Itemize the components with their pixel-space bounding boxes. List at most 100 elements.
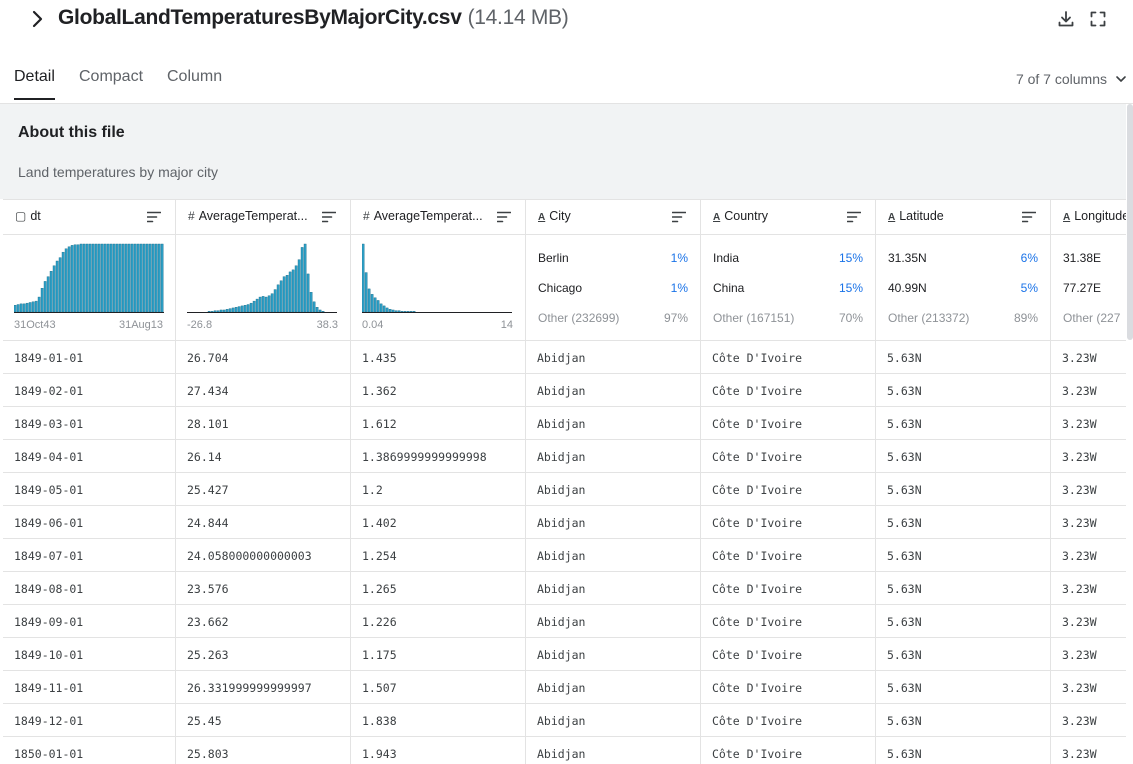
- column-header[interactable]: # AverageTemperat...: [351, 199, 526, 235]
- table-cell: 1849-09-01: [3, 605, 176, 638]
- tab-detail[interactable]: Detail: [14, 68, 55, 100]
- histogram-bar: [219, 309, 223, 313]
- histogram-bar: [364, 272, 368, 313]
- histogram-bar: [55, 260, 59, 313]
- table-row[interactable]: 1849-04-01 26.14 1.3869999999999998 Abidjan…: [3, 440, 1126, 473]
- table-row[interactable]: 1849-05-01 25.427 1.2 Abidjan Côte D'Ivoire 5…: [3, 473, 1126, 506]
- histogram-bar: [213, 310, 217, 313]
- category-percent: 15%: [838, 281, 863, 295]
- histogram-bar: [276, 284, 280, 313]
- table-cell: 1.226: [351, 605, 526, 638]
- histogram-bar: [216, 310, 220, 313]
- table-row[interactable]: 1849-02-01 27.434 1.362 Abidjan Côte D'Ivoir…: [3, 374, 1126, 407]
- category-percent: 89%: [1013, 311, 1038, 325]
- chevron-right-icon[interactable]: [30, 9, 46, 29]
- column-header-label: A Longitude: [1063, 209, 1126, 223]
- table-row[interactable]: 1849-08-01 23.576 1.265 Abidjan Côte D'Ivoir…: [3, 572, 1126, 605]
- histogram-bar: [367, 288, 371, 313]
- sort-icon[interactable]: [847, 211, 861, 223]
- table-row[interactable]: 1849-06-01 24.844 1.402 Abidjan Côte D'Ivoir…: [3, 506, 1126, 539]
- hash-icon: #: [188, 209, 195, 223]
- table-cell: Côte D'Ivoire: [701, 374, 876, 407]
- table-cell: 5.63N: [876, 440, 1051, 473]
- download-icon[interactable]: [1056, 9, 1076, 29]
- tab-column[interactable]: Column: [167, 68, 222, 98]
- column-name: Country: [724, 209, 769, 223]
- histogram-bar: [261, 296, 265, 313]
- histogram-max-label: 38.3: [316, 319, 338, 331]
- table-cell: Abidjan: [526, 440, 701, 473]
- table-cell: 3.23W: [1051, 440, 1126, 473]
- table-row[interactable]: 1849-10-01 25.263 1.175 Abidjan Côte D'Ivoir…: [3, 638, 1126, 671]
- file-header: GlobalLandTemperaturesByMajorCity.csv (14…: [0, 0, 1133, 40]
- column-count-label: 7 of 7 columns: [1015, 71, 1107, 87]
- histogram-max-label: 31Aug13: [118, 319, 163, 331]
- column-header[interactable]: ▢ dt: [3, 199, 176, 235]
- table-row[interactable]: 1849-09-01 23.662 1.226 Abidjan Côte D'Ivoir…: [3, 605, 1126, 638]
- table-row[interactable]: 1849-11-01 26.331999999999997 1.507 Abidjan…: [3, 671, 1126, 704]
- histogram-bar: [109, 243, 113, 313]
- column-header[interactable]: A Longitude: [1051, 199, 1126, 235]
- column-header-label: # AverageTemperat...: [363, 209, 483, 223]
- category-percent: 1%: [670, 251, 688, 265]
- table-cell: 1850-01-01: [3, 737, 176, 764]
- histogram-bar: [79, 243, 83, 313]
- histogram-bar: [288, 271, 292, 313]
- table-cell: 1.612: [351, 407, 526, 440]
- histogram-bar: [270, 293, 274, 313]
- histogram-bar: [243, 305, 247, 313]
- table-cell: 3.23W: [1051, 671, 1126, 704]
- sort-icon[interactable]: [672, 211, 686, 223]
- table-cell: 1.265: [351, 572, 526, 605]
- histogram-bar: [291, 269, 295, 313]
- vertical-scrollbar[interactable]: [1127, 104, 1133, 340]
- column-header[interactable]: # AverageTemperat...: [176, 199, 351, 235]
- table-cell: 3.23W: [1051, 539, 1126, 572]
- category-label: India: [713, 251, 740, 265]
- table-cell: Abidjan: [526, 572, 701, 605]
- table-cell: 1849-04-01: [3, 440, 176, 473]
- column-header[interactable]: A City: [526, 199, 701, 235]
- table-cell: 24.058000000000003: [176, 539, 351, 572]
- table-cell: Abidjan: [526, 473, 701, 506]
- table-row[interactable]: 1849-12-01 25.45 1.838 Abidjan Côte D'Ivoire…: [3, 704, 1126, 737]
- histogram-bar: [237, 306, 241, 313]
- column-summary: 31.38E 77.27E Other (227: [1051, 235, 1126, 341]
- sort-icon[interactable]: [147, 211, 161, 223]
- text-type-icon: A: [538, 212, 546, 223]
- column-count-selector[interactable]: 7 of 7 columns: [1015, 71, 1126, 87]
- table-cell: 3.23W: [1051, 638, 1126, 671]
- table-cell: Abidjan: [526, 638, 701, 671]
- sort-icon[interactable]: [497, 211, 511, 223]
- column-header[interactable]: A Country: [701, 199, 876, 235]
- table-cell: 5.63N: [876, 506, 1051, 539]
- histogram-bar: [97, 243, 101, 313]
- table-row[interactable]: 1849-07-01 24.058000000000003 1.254 Abidjan…: [3, 539, 1126, 572]
- table-cell: 26.331999999999997: [176, 671, 351, 704]
- fullscreen-icon[interactable]: [1088, 9, 1108, 29]
- category-item: Berlin 1%: [538, 251, 688, 265]
- table-cell: Côte D'Ivoire: [701, 506, 876, 539]
- histogram-bar: [397, 310, 401, 313]
- histogram-bar: [249, 302, 253, 313]
- histogram-bar: [373, 297, 377, 313]
- table-cell: 1.254: [351, 539, 526, 572]
- table-row[interactable]: 1849-01-01 26.704 1.435 Abidjan Côte D'Ivoir…: [3, 341, 1126, 374]
- table-cell: 3.23W: [1051, 473, 1126, 506]
- histogram-bar: [409, 311, 413, 313]
- column-header[interactable]: A Latitude: [876, 199, 1051, 235]
- table-row[interactable]: 1849-03-01 28.101 1.612 Abidjan Côte D'Ivoir…: [3, 407, 1126, 440]
- table-row[interactable]: 1850-01-01 25.803 1.943 Abidjan Côte D'Ivoir…: [3, 737, 1126, 764]
- sort-icon[interactable]: [322, 211, 336, 223]
- histogram-bar: [240, 305, 244, 313]
- histogram-bar: [22, 303, 26, 313]
- category-label: Other (232699): [538, 311, 620, 325]
- column-summary: 0.04 14: [351, 235, 526, 341]
- category-label: 31.38E: [1063, 251, 1102, 265]
- tab-compact[interactable]: Compact: [79, 68, 143, 98]
- sort-icon[interactable]: [1022, 211, 1036, 223]
- table-cell: Abidjan: [526, 539, 701, 572]
- table-cell: Abidjan: [526, 374, 701, 407]
- histogram-bar: [255, 298, 259, 313]
- histogram-bar: [64, 248, 68, 313]
